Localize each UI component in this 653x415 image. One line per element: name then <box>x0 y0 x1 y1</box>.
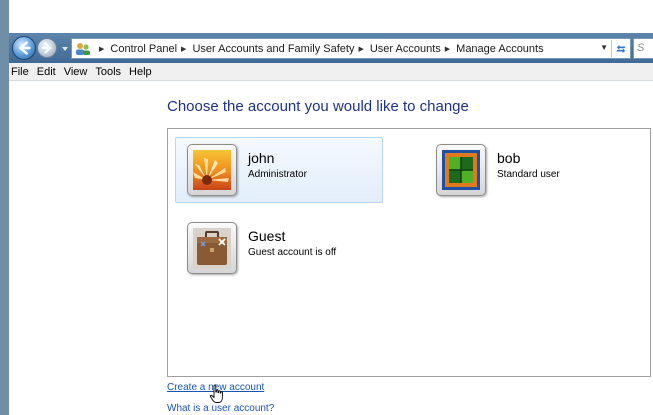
window-title-strip <box>0 0 653 33</box>
address-dropdown-icon[interactable]: ▼ <box>600 43 608 52</box>
account-type: Guest account is off <box>248 247 337 258</box>
hand-pointer-cursor-icon <box>209 384 223 403</box>
page-title: Choose the account you would like to cha… <box>167 98 469 115</box>
breadcrumb-user-accounts-family-safety[interactable]: User Accounts and Family Safety <box>192 43 354 55</box>
avatar <box>187 222 237 274</box>
account-tile-john[interactable]: john Administrator <box>175 137 383 203</box>
briefcase-icon <box>193 228 231 268</box>
breadcrumb-user-accounts[interactable]: User Accounts <box>370 43 441 55</box>
account-type: Administrator <box>248 169 307 180</box>
user-accounts-icon <box>76 42 90 55</box>
breadcrumb-separator-icon: ▶ <box>358 45 364 53</box>
breadcrumb-separator-icon: ▶ <box>181 45 187 53</box>
back-button[interactable] <box>12 36 36 60</box>
avatar <box>436 144 486 196</box>
menu-tools[interactable]: Tools <box>91 66 125 78</box>
search-input[interactable]: S <box>633 38 653 59</box>
back-arrow-icon <box>19 41 31 55</box>
recent-pages-dropdown-icon[interactable] <box>61 45 69 53</box>
address-bar[interactable]: ▶ Control Panel ▶ User Accounts and Fami… <box>71 38 631 59</box>
breadcrumb-separator-icon: ▶ <box>99 45 105 53</box>
avatar <box>187 144 237 196</box>
refresh-button[interactable] <box>611 40 629 57</box>
what-is-user-account-link[interactable]: What is a user account? <box>167 403 274 414</box>
breadcrumb-manage-accounts[interactable]: Manage Accounts <box>456 43 543 55</box>
forward-arrow-icon <box>41 42 52 54</box>
breadcrumb-separator-icon: ▶ <box>444 45 451 53</box>
account-tile-bob[interactable]: bob Standard user <box>424 137 634 203</box>
flower-icon <box>193 150 231 190</box>
menu-view[interactable]: View <box>60 66 92 78</box>
menu-file[interactable]: File <box>9 66 33 78</box>
account-type: Standard user <box>497 169 560 180</box>
main-content: Choose the account you would like to cha… <box>9 82 653 415</box>
breadcrumb-control-panel[interactable]: Control Panel <box>110 43 177 55</box>
accounts-list: john Administrator bob Standard user Gue… <box>167 128 651 377</box>
forward-button[interactable] <box>37 38 57 58</box>
navigation-bar: ▶ Control Panel ▶ User Accounts and Fami… <box>9 33 653 63</box>
account-name: Guest <box>248 228 286 244</box>
menu-help[interactable]: Help <box>125 66 156 78</box>
window-left-border <box>0 0 9 415</box>
refresh-icon <box>616 44 625 53</box>
menu-bar: File Edit View Tools Help <box>9 63 653 81</box>
account-tile-guest[interactable]: Guest Guest account is off <box>175 215 383 281</box>
account-name: john <box>248 150 275 166</box>
chess-board-icon <box>442 150 480 190</box>
menu-edit[interactable]: Edit <box>33 66 60 78</box>
account-name: bob <box>497 150 521 166</box>
